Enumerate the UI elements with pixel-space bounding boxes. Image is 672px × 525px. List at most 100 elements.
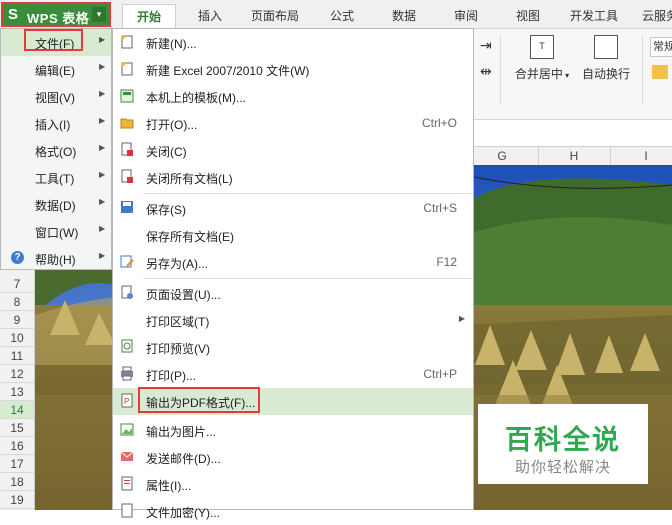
menu-item-window[interactable]: 窗口(W) ▶ — [1, 218, 111, 245]
menu-item-label: 格式(O) — [35, 145, 77, 159]
row-13[interactable]: 13 — [0, 383, 34, 401]
menu-item-save-all[interactable]: 保存所有文档(E) — [113, 222, 473, 249]
row-11[interactable]: 11 — [0, 347, 34, 365]
chevron-right-icon: ▶ — [458, 314, 465, 323]
tab-review[interactable]: 审阅 — [442, 4, 490, 28]
row-9[interactable]: 9 — [0, 311, 34, 329]
wps-main-menu: 文件(F) ▶ 编辑(E) ▶ 视图(V) ▶ 插入(I) ▶ 格式(O) ▶ … — [0, 28, 112, 270]
menu-item-close[interactable]: 关闭(C) — [113, 137, 473, 164]
template-icon — [120, 89, 134, 103]
number-format-select[interactable]: 常规 — [650, 37, 672, 57]
tab-developer[interactable]: 开发工具 — [562, 4, 626, 28]
menu-item-label: 新建(N)... — [146, 37, 197, 51]
row-7[interactable]: 7 — [0, 275, 34, 293]
new-icon — [121, 35, 133, 49]
tab-insert[interactable]: 插入 — [186, 4, 234, 28]
tab-formula[interactable]: 公式 — [318, 4, 366, 28]
export-image-icon — [120, 423, 134, 436]
menu-item-label: 页面设置(U)... — [146, 288, 221, 302]
row-19[interactable]: 19 — [0, 491, 34, 509]
app-name: WPS 表格 — [27, 11, 90, 26]
print-preview-icon — [121, 339, 133, 353]
merge-center-button[interactable]: T 合并居中 ▾ — [506, 35, 578, 82]
menu-item-label: 工具(T) — [35, 172, 75, 186]
wrap-text-button[interactable]: 自动换行 — [570, 35, 642, 82]
menu-item-insert[interactable]: 插入(I) ▶ — [1, 110, 111, 137]
menu-item-new[interactable]: 新建(N)... — [113, 29, 473, 56]
print-icon — [121, 366, 133, 381]
row-14[interactable]: 14 — [0, 401, 34, 419]
tab-view[interactable]: 视图 — [504, 4, 552, 28]
close-doc-icon — [121, 142, 133, 156]
page-setup-icon — [121, 285, 133, 299]
wps-app-button[interactable]: S WPS 表格 ▾ — [1, 2, 111, 27]
pdf-menu-highlight-box — [138, 387, 260, 413]
row-15[interactable]: 15 — [0, 419, 34, 437]
menu-item-label: 关闭(C) — [146, 145, 187, 159]
chevron-down-icon[interactable]: ▾ — [92, 7, 106, 22]
menu-item-label: 打印预览(V) — [146, 342, 210, 356]
row-10[interactable]: 10 — [0, 329, 34, 347]
menu-item-print-area[interactable]: 打印区域(T) ▶ — [113, 307, 473, 334]
ribbon-tab-bar: S WPS 表格 ▾ 开始 插入 页面布局 公式 数据 审阅 视图 开发工具 云… — [0, 0, 672, 29]
menu-item-tools[interactable]: 工具(T) ▶ — [1, 164, 111, 191]
watermark-title: 百科全说 — [505, 425, 621, 455]
column-h[interactable]: H — [538, 147, 611, 165]
shortcut-label: Ctrl+P — [423, 367, 457, 381]
menu-item-help[interactable]: ? 帮助(H) ▶ — [1, 245, 111, 272]
menu-item-save-as[interactable]: 另存为(A)... F12 — [113, 249, 473, 276]
menu-item-label: 帮助(H) — [35, 253, 76, 267]
menu-item-label: 输出为图片... — [146, 425, 217, 439]
menu-item-close-all[interactable]: 关闭所有文档(L) — [113, 164, 473, 191]
watermark-subtitle: 助你轻松解决 — [514, 459, 611, 476]
file-menu-highlight-box — [24, 29, 83, 51]
menu-item-label: 视图(V) — [35, 91, 75, 105]
column-g[interactable]: G — [466, 147, 539, 165]
menu-item-local-template[interactable]: 本机上的模板(M)... — [113, 83, 473, 110]
menu-item-view[interactable]: 视图(V) ▶ — [1, 83, 111, 110]
row-8[interactable]: 8 — [0, 293, 34, 311]
currency-icon[interactable] — [652, 65, 668, 79]
row-12[interactable]: 12 — [0, 365, 34, 383]
row-18[interactable]: 18 — [0, 473, 34, 491]
menu-item-open[interactable]: 打开(O)... Ctrl+O — [113, 110, 473, 137]
menu-item-page-setup[interactable]: 页面设置(U)... — [113, 280, 473, 307]
menu-item-print[interactable]: 打印(P)... Ctrl+P — [113, 361, 473, 388]
menu-item-label: 保存(S) — [146, 203, 186, 217]
shortcut-label: Ctrl+O — [421, 116, 457, 130]
chevron-right-icon: ▶ — [99, 143, 106, 152]
menu-item-format[interactable]: 格式(O) ▶ — [1, 137, 111, 164]
mail-icon — [120, 451, 134, 461]
merge-center-label: 合并居中 — [514, 67, 563, 81]
menu-item-properties[interactable]: 属性(I)... — [113, 471, 473, 498]
menu-item-encrypt[interactable]: 文件加密(Y)... — [113, 498, 473, 525]
menu-item-print-preview[interactable]: 打印预览(V) — [113, 334, 473, 361]
menu-item-export-image[interactable]: 输出为图片... — [113, 417, 473, 444]
tab-data[interactable]: 数据 — [380, 4, 428, 28]
menu-item-save[interactable]: 保存(S) Ctrl+S — [113, 195, 473, 222]
menu-item-edit[interactable]: 编辑(E) ▶ — [1, 56, 111, 83]
menu-item-label: 保存所有文档(E) — [146, 230, 234, 244]
tab-cloud[interactable]: 云服务 — [636, 4, 672, 28]
menu-item-label: 数据(D) — [35, 199, 76, 213]
chevron-right-icon: ▶ — [99, 251, 106, 260]
wps-logo-icon: S — [8, 6, 19, 23]
chevron-right-icon: ▶ — [99, 89, 106, 98]
indent-icon[interactable]: ⇥ — [480, 37, 492, 54]
tab-page-layout[interactable]: 页面布局 — [244, 4, 306, 28]
menu-item-label: 新建 Excel 2007/2010 文件(W) — [146, 64, 310, 78]
menu-item-data[interactable]: 数据(D) ▶ — [1, 191, 111, 218]
row-16[interactable]: 16 — [0, 437, 34, 455]
tab-start[interactable]: 开始 — [122, 4, 176, 29]
menu-item-send-mail[interactable]: 发送邮件(D)... — [113, 444, 473, 471]
column-i[interactable]: I — [610, 147, 672, 165]
folder-open-icon — [120, 118, 134, 129]
chevron-right-icon: ▶ — [99, 62, 106, 71]
menu-item-new-excel[interactable]: 新建 Excel 2007/2010 文件(W) — [113, 56, 473, 83]
chevron-right-icon: ▶ — [99, 35, 106, 44]
help-icon: ? — [11, 251, 24, 264]
save-as-icon — [120, 255, 134, 268]
distribute-icon[interactable]: ⇹ — [480, 63, 492, 80]
row-17[interactable]: 17 — [0, 455, 34, 473]
menu-item-label: 文件加密(Y)... — [146, 506, 220, 520]
